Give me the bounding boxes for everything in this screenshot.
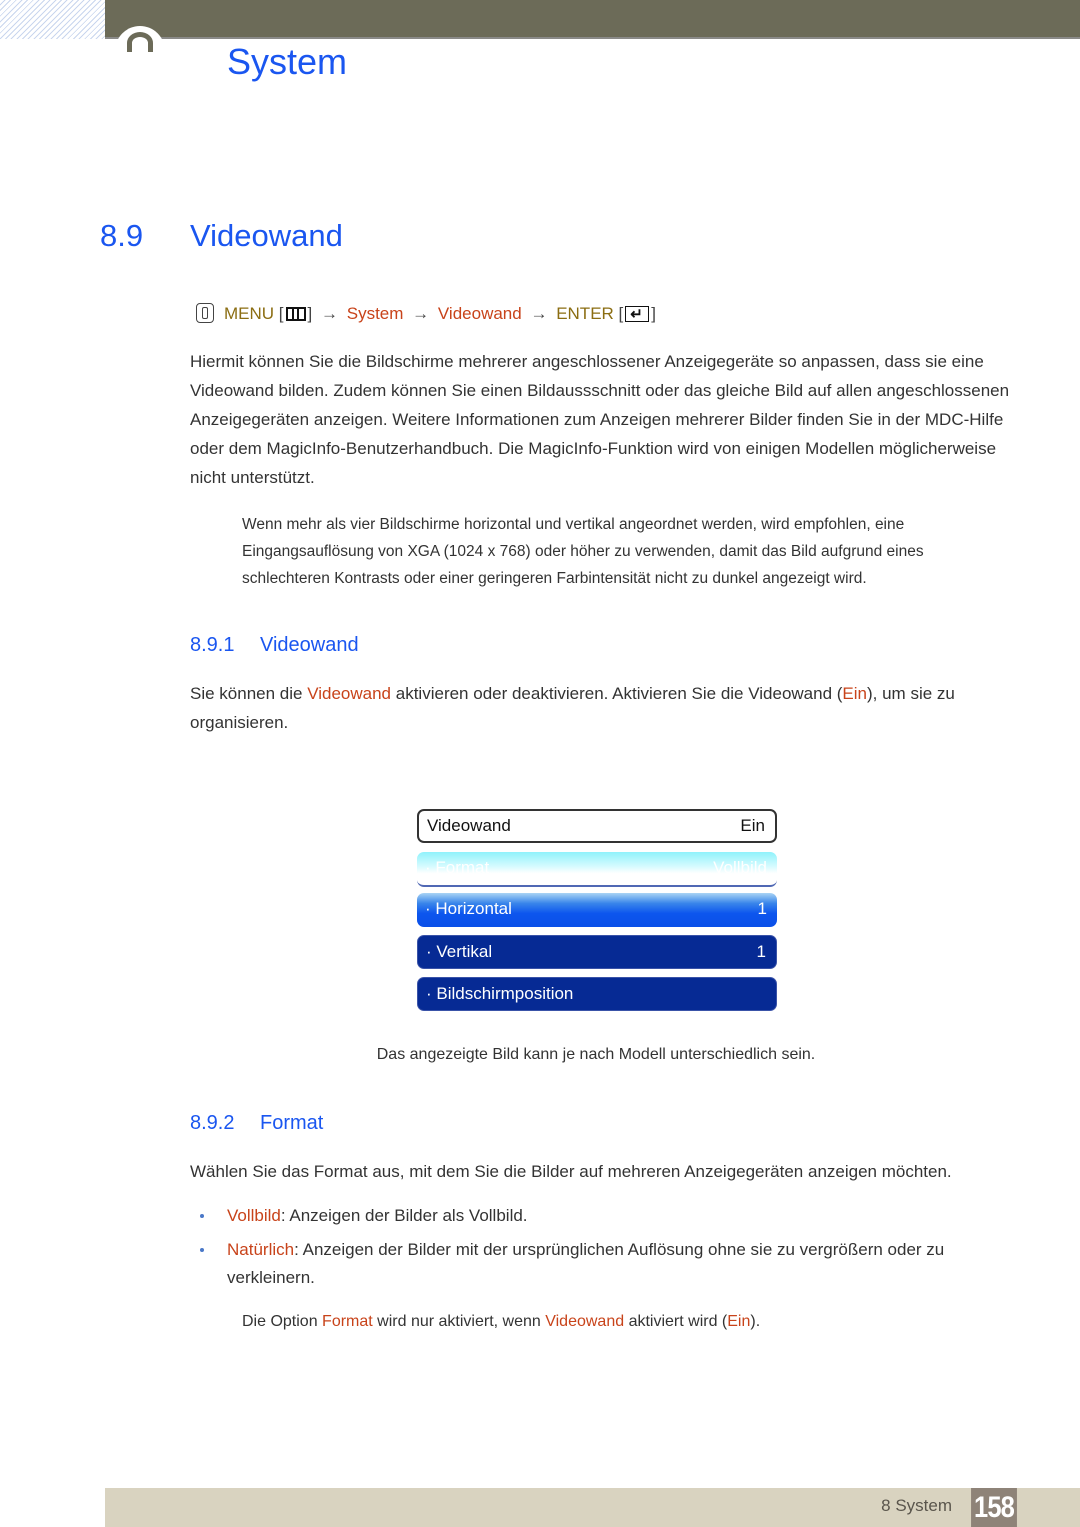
bullet-icon xyxy=(200,1214,204,1218)
subsection-number: 8.9.2 xyxy=(190,1112,235,1134)
text: aktivieren oder deaktivieren. Aktivieren… xyxy=(391,684,843,703)
resolution-note: Wenn mehr als vier Bildschirme horizonta… xyxy=(242,516,924,587)
ein-keyword: Ein xyxy=(842,684,867,703)
bracket: [ xyxy=(278,304,284,323)
format-options-list: Vollbild: Anzeigen der Bilder als Vollbi… xyxy=(190,1202,1010,1298)
osd-row-label: · Format xyxy=(425,858,490,877)
bracket: ] xyxy=(651,304,657,323)
videowand-description: Sie können die Videowand aktivieren oder… xyxy=(190,679,1010,737)
osd-row-label: Videowand xyxy=(427,816,511,835)
system-keyword: System xyxy=(346,304,404,323)
section-heading: 8.9 Videowand xyxy=(100,216,343,256)
bracket: ] xyxy=(307,304,313,323)
list-item: Vollbild: Anzeigen der Bilder als Vollbi… xyxy=(190,1202,1010,1230)
subsection-heading-format: 8.9.2 Format xyxy=(190,1110,323,1136)
option-description: : Anzeigen der Bilder mit der ursprüngli… xyxy=(227,1240,945,1287)
option-description: : Anzeigen der Bilder als Vollbild. xyxy=(280,1206,528,1225)
footer-chapter-label: 8 System xyxy=(881,1496,952,1515)
osd-caption: Das angezeigte Bild kann je nach Modell … xyxy=(376,1046,816,1063)
videowand-keyword: Videowand xyxy=(307,684,392,703)
menu-keyword: MENU xyxy=(224,304,275,323)
osd-row-vertikal[interactable]: · Vertikal 1 xyxy=(417,935,777,969)
bracket: [ xyxy=(618,304,624,323)
osd-row-value: Ein xyxy=(740,816,765,835)
enter-icon xyxy=(625,303,650,327)
chapter-number-badge-icon xyxy=(115,26,165,52)
arrow: → xyxy=(412,304,430,323)
menu-path: MENU [] → System → Videowand → ENTER [] xyxy=(196,302,657,327)
section-title: Videowand xyxy=(190,218,343,253)
osd-row-value: 1 xyxy=(756,942,766,961)
menu-icon xyxy=(285,307,306,321)
chapter-title: System xyxy=(227,41,348,82)
text: Sie können die xyxy=(190,684,308,703)
videowand-keyword: Videowand xyxy=(545,1313,625,1330)
osd-row-label: · Bildschirmposition xyxy=(426,984,574,1003)
intro-paragraph: Hiermit können Sie die Bildschirme mehre… xyxy=(190,352,1010,487)
osd-row-value: 1 xyxy=(757,899,767,918)
touch-hand-icon xyxy=(196,303,214,323)
osd-row-label: · Horizontal xyxy=(425,899,512,918)
format-intro: Wählen Sie das Format aus, mit dem Sie d… xyxy=(190,1162,952,1181)
osd-row-bildschirmposition[interactable]: · Bildschirmposition xyxy=(417,977,777,1011)
videowand-keyword: Videowand xyxy=(437,304,522,323)
format-note: Die Option Format wird nur aktiviert, we… xyxy=(242,1308,992,1335)
header-bar xyxy=(105,0,1080,39)
osd-row-horizontal[interactable]: · Horizontal 1 xyxy=(417,893,777,927)
header-hatch-decoration xyxy=(0,0,105,39)
text: Die Option xyxy=(242,1313,323,1330)
section-number: 8.9 xyxy=(100,218,144,253)
list-item: Natürlich: Anzeigen der Bilder mit der u… xyxy=(190,1236,1010,1292)
osd-row-value: Vollbild xyxy=(713,858,767,877)
ein-keyword: Ein xyxy=(727,1313,751,1330)
page-number: 158 xyxy=(971,1488,1017,1527)
option-term: Natürlich xyxy=(227,1240,295,1259)
enter-keyword: ENTER xyxy=(556,304,614,323)
osd-row-label: · Vertikal xyxy=(426,942,493,961)
text: ). xyxy=(750,1313,761,1330)
subsection-title: Videowand xyxy=(260,634,359,656)
option-term: Vollbild xyxy=(227,1206,281,1225)
osd-row-videowand[interactable]: Videowand Ein xyxy=(417,809,777,843)
osd-row-format: · Format Vollbild xyxy=(417,852,777,887)
subsection-number: 8.9.1 xyxy=(190,634,235,656)
text: aktiviert wird ( xyxy=(624,1313,728,1330)
arrow: → xyxy=(321,304,338,323)
subsection-title: Format xyxy=(260,1112,324,1134)
subsection-heading-videowand: 8.9.1 Videowand xyxy=(190,632,359,658)
arrow: → xyxy=(530,304,548,323)
bullet-icon xyxy=(200,1248,204,1252)
format-keyword: Format xyxy=(322,1313,373,1330)
text: wird nur aktiviert, wenn xyxy=(372,1313,546,1330)
